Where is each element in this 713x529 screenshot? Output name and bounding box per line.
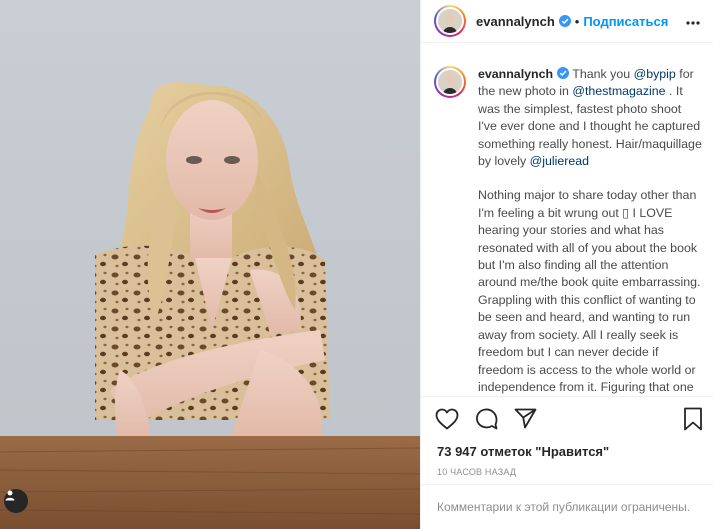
avatar-image	[438, 70, 462, 94]
header-username[interactable]: evannalynch	[476, 14, 555, 29]
post-photo[interactable]	[0, 0, 420, 529]
likes-count[interactable]: 73 947 отметок "Нравится"	[437, 444, 609, 459]
save-button[interactable]	[683, 407, 703, 431]
user-tag-button[interactable]	[4, 489, 28, 513]
caption-section: evannalynch Thank you @bypip for the new…	[421, 54, 713, 396]
verified-badge-icon	[558, 15, 571, 27]
post-header: evannalynch • Подписаться	[421, 0, 713, 43]
avatar-image	[438, 9, 462, 33]
post-sidebar: evannalynch • Подписаться evannalynch Th…	[420, 0, 713, 529]
mention-link-thestmagazine[interactable]: @thestmagazine	[572, 84, 665, 98]
verified-badge-icon	[557, 67, 570, 79]
more-options-button[interactable]	[686, 12, 700, 30]
post-timestamp[interactable]: 10 ЧАСОВ НАЗАД	[437, 467, 516, 477]
portrait-image	[0, 82, 420, 529]
avatar[interactable]	[434, 5, 466, 37]
caption-paragraph-1: evannalynch Thank you @bypip for the new…	[478, 66, 703, 170]
separator: •	[574, 13, 580, 29]
share-button[interactable]	[514, 408, 537, 429]
more-options-icon	[686, 21, 700, 25]
user-tag-icon	[5, 490, 15, 501]
mention-link-bypip[interactable]: @bypip	[634, 67, 676, 81]
comment-icon	[476, 408, 498, 430]
caption-paragraph-2: Nothing major to share today other than …	[478, 188, 701, 394]
action-bar	[421, 396, 713, 440]
comments-disabled-notice: Комментарии к этой публикации ограничены…	[421, 484, 713, 529]
caption-avatar[interactable]	[434, 66, 466, 98]
bookmark-icon	[684, 407, 702, 430]
mention-link-julieread[interactable]: @julieread	[530, 154, 589, 168]
follow-button[interactable]: Подписаться	[583, 14, 668, 29]
comment-button[interactable]	[475, 407, 498, 430]
share-icon	[514, 408, 537, 429]
like-button[interactable]	[435, 408, 459, 430]
caption-username[interactable]: evannalynch	[478, 67, 553, 81]
caption-intro: Thank you	[572, 67, 634, 81]
caption-text: evannalynch Thank you @bypip for the new…	[478, 66, 703, 396]
heart-icon	[435, 408, 459, 429]
